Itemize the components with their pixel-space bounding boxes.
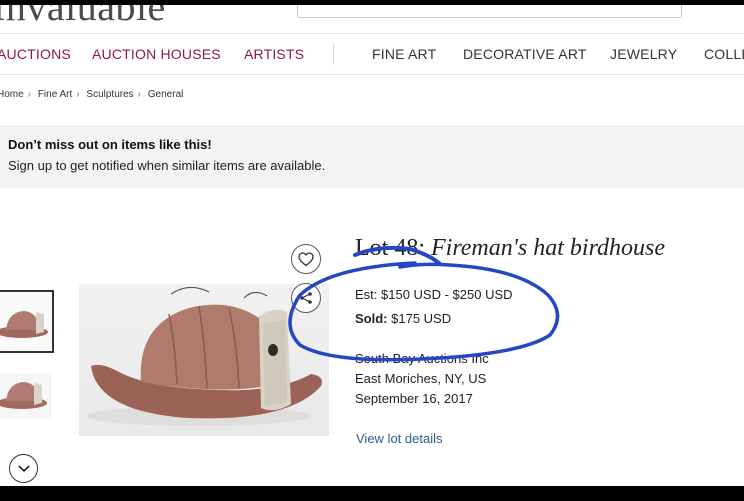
breadcrumb-item-fine-art[interactable]: Fine Art <box>38 89 72 100</box>
nav-item-jewelry[interactable]: JEWELRY <box>610 46 677 62</box>
breadcrumb-chevron-icon: › <box>27 89 32 100</box>
banner-title: Don’t miss out on items like this! <box>8 137 212 152</box>
browser-page: Invaluable AUCTIONS AUCTION HOUSES ARTIS… <box>0 5 744 486</box>
nav-item-decorative-art[interactable]: DECORATIVE ART <box>463 46 587 62</box>
thumbnail-2[interactable] <box>0 373 52 419</box>
lot-title: Lot 48: Fireman's hat birdhouse <box>355 235 665 262</box>
breadcrumb: Home › Fine Art › Sculptures › General <box>0 89 186 100</box>
auction-house-link[interactable]: South Bay Auctions Inc <box>355 351 489 366</box>
nav-item-auction-houses[interactable]: AUCTION HOUSES <box>92 46 221 62</box>
hat-thumbnail-image <box>0 382 47 409</box>
signup-banner[interactable]: Don’t miss out on items like this! Sign … <box>0 125 744 188</box>
share-button[interactable] <box>291 283 321 313</box>
breadcrumb-item-general[interactable]: General <box>148 89 184 100</box>
breadcrumb-chevron-icon: › <box>137 89 141 100</box>
nav-item-auctions[interactable]: AUCTIONS <box>0 46 71 62</box>
chevron-down-icon <box>17 464 30 472</box>
lot-estimate: Est: $150 USD - $250 USD <box>355 287 513 302</box>
nav-divider <box>333 43 334 65</box>
search-input[interactable] <box>297 5 682 18</box>
share-icon <box>300 292 312 304</box>
favorite-button[interactable] <box>291 244 321 274</box>
view-lot-details-link[interactable]: View lot details <box>356 431 442 446</box>
sold-label: Sold: <box>355 311 388 326</box>
breadcrumb-item-sculptures[interactable]: Sculptures <box>86 89 133 100</box>
auction-location: East Moriches, NY, US <box>355 371 487 386</box>
category-nav: AUCTIONS AUCTION HOUSES ARTISTS FINE ART… <box>0 33 744 75</box>
nav-item-collectibles[interactable]: COLLE <box>704 46 744 62</box>
thumbnails-scroll-down-button[interactable] <box>9 454 38 483</box>
nav-item-fine-art[interactable]: FINE ART <box>372 46 436 62</box>
nav-item-artists[interactable]: ARTISTS <box>244 46 304 62</box>
breadcrumb-chevron-icon: › <box>76 89 80 100</box>
hat-thumbnail-image <box>0 311 48 338</box>
breadcrumb-item-home[interactable]: Home <box>0 89 24 100</box>
lot-number: Lot 48: <box>355 235 425 261</box>
lot-main-image[interactable] <box>79 284 329 436</box>
heart-icon <box>298 251 314 266</box>
fireman-hat-birdhouse-image <box>87 286 322 426</box>
auction-date: September 16, 2017 <box>355 391 473 406</box>
lot-sold-price: Sold: $175 USD <box>355 311 451 326</box>
thumbnail-1[interactable] <box>0 290 54 353</box>
lot-name: Fireman's hat birdhouse <box>431 235 666 261</box>
sold-value: $175 USD <box>391 311 452 326</box>
banner-subtitle: Sign up to get notified when similar ite… <box>8 158 326 173</box>
site-logo[interactable]: Invaluable <box>0 5 166 30</box>
